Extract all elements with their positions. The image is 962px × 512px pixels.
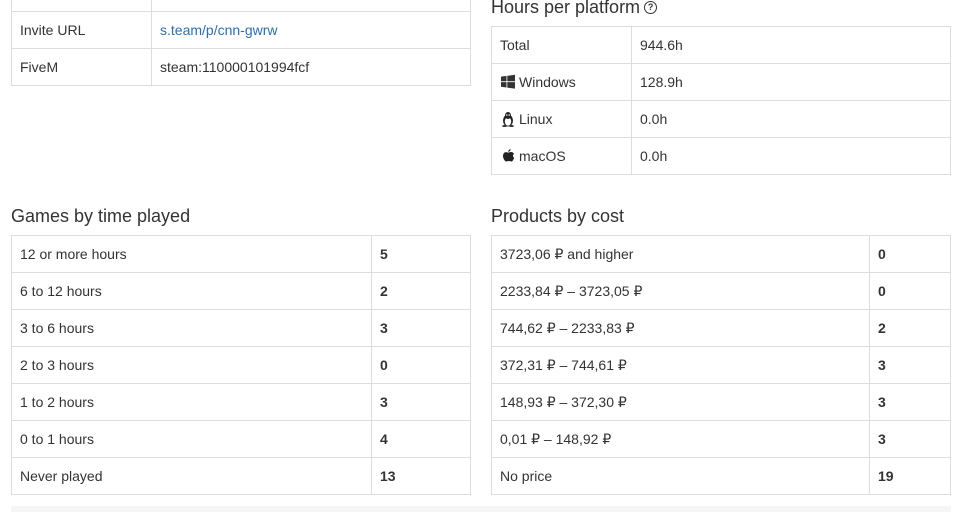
apple-icon <box>503 149 515 162</box>
products-label: 744,62 ₽ – 2233,83 ₽ <box>491 309 870 347</box>
products-count: 3 <box>869 420 951 458</box>
table-row: FiveM steam:110000101994fcf <box>11 48 471 86</box>
games-table: 12 or more hours 5 6 to 12 hours 2 3 to 6 … <box>11 235 471 495</box>
products-count: 3 <box>869 346 951 384</box>
games-label: 0 to 1 hours <box>11 420 372 458</box>
products-label: 2233,84 ₽ – 3723,05 ₽ <box>491 272 870 310</box>
linux-icon <box>502 112 514 127</box>
profile-label: Invite URL <box>11 11 152 49</box>
games-count: 0 <box>371 346 471 384</box>
platform-label: Windows <box>519 74 576 90</box>
products-title: Products by cost <box>491 206 625 226</box>
table-row: 6 to 12 hours 2 <box>11 272 471 310</box>
help-icon[interactable]: ? <box>644 1 658 14</box>
platform-hours: 944.6h <box>631 26 951 64</box>
profile-cell <box>151 0 471 12</box>
products-count: 19 <box>869 457 951 495</box>
platform-cell: Linux <box>491 100 632 138</box>
table-row: Invite URL s.team/p/cnn-gwrw <box>11 11 471 49</box>
table-row: No price 19 <box>491 457 951 495</box>
platform-label: Linux <box>519 111 553 127</box>
platforms-table: Total 944.6h Windows 128.9h Linux 0.0h m… <box>491 26 951 175</box>
products-count: 2 <box>869 309 951 347</box>
table-row: Linux 0.0h <box>491 100 951 138</box>
fivem-value: steam:110000101994fcf <box>151 48 471 86</box>
table-row: 3 to 6 hours 3 <box>11 309 471 347</box>
table-row: 744,62 ₽ – 2233,83 ₽2 <box>491 309 951 347</box>
platform-hours: 0.0h <box>631 100 951 138</box>
games-count: 13 <box>371 457 471 495</box>
table-row: 12 or more hours 5 <box>11 235 471 273</box>
table-row: Windows 128.9h <box>491 63 951 101</box>
platform-hours: 128.9h <box>631 63 951 101</box>
table-row: 0,01 ₽ – 148,92 ₽3 <box>491 420 951 458</box>
table-row: 372,31 ₽ – 744,61 ₽3 <box>491 346 951 384</box>
products-count: 0 <box>869 272 951 310</box>
games-count: 2 <box>371 272 471 310</box>
products-count: 0 <box>869 235 951 273</box>
profile-label: FiveM <box>11 48 152 86</box>
table-row: 2 to 3 hours 0 <box>11 346 471 384</box>
games-count: 3 <box>371 383 471 421</box>
platform-cell: macOS <box>491 137 632 175</box>
games-label: 12 or more hours <box>11 235 372 273</box>
platform-label: macOS <box>519 148 566 164</box>
table-row: 1 to 2 hours 3 <box>11 383 471 421</box>
products-label: 3723,06 ₽ and higher <box>491 235 870 273</box>
games-label: Never played <box>11 457 372 495</box>
products-label: No price <box>491 457 870 495</box>
profile-cell <box>11 0 152 12</box>
table-row <box>11 0 471 12</box>
games-label: 2 to 3 hours <box>11 346 372 384</box>
next-section-edge <box>11 506 951 512</box>
products-table: 3723,06 ₽ and higher 0 2233,84 ₽ – 3723,0… <box>491 235 951 495</box>
games-title: Games by time played <box>11 206 191 226</box>
table-row: 2233,84 ₽ – 3723,05 ₽0 <box>491 272 951 310</box>
table-row: macOS 0.0h <box>491 137 951 175</box>
invite-url-cell: s.team/p/cnn-gwrw <box>151 11 471 49</box>
platforms-title: Hours per platform? <box>491 0 658 18</box>
invite-url-link[interactable]: s.team/p/cnn-gwrw <box>160 22 277 38</box>
windows-icon <box>501 74 515 89</box>
games-count: 5 <box>371 235 471 273</box>
table-row: Never played 13 <box>11 457 471 495</box>
platform-cell: Windows <box>491 63 632 101</box>
profile-table: Invite URL s.team/p/cnn-gwrw FiveM steam… <box>11 0 471 86</box>
platform-hours: 0.0h <box>631 137 951 175</box>
table-row: 3723,06 ₽ and higher 0 <box>491 235 951 273</box>
games-label: 6 to 12 hours <box>11 272 372 310</box>
table-row: 0 to 1 hours 4 <box>11 420 471 458</box>
platform-label: Total <box>491 26 632 64</box>
games-label: 1 to 2 hours <box>11 383 372 421</box>
products-label: 148,93 ₽ – 372,30 ₽ <box>491 383 870 421</box>
platforms-title-text: Hours per platform <box>491 0 641 17</box>
products-count: 3 <box>869 383 951 421</box>
products-label: 372,31 ₽ – 744,61 ₽ <box>491 346 870 384</box>
table-row: 148,93 ₽ – 372,30 ₽3 <box>491 383 951 421</box>
products-label: 0,01 ₽ – 148,92 ₽ <box>491 420 870 458</box>
games-count: 4 <box>371 420 471 458</box>
games-count: 3 <box>371 309 471 347</box>
games-label: 3 to 6 hours <box>11 309 372 347</box>
table-row: Total 944.6h <box>491 26 951 64</box>
